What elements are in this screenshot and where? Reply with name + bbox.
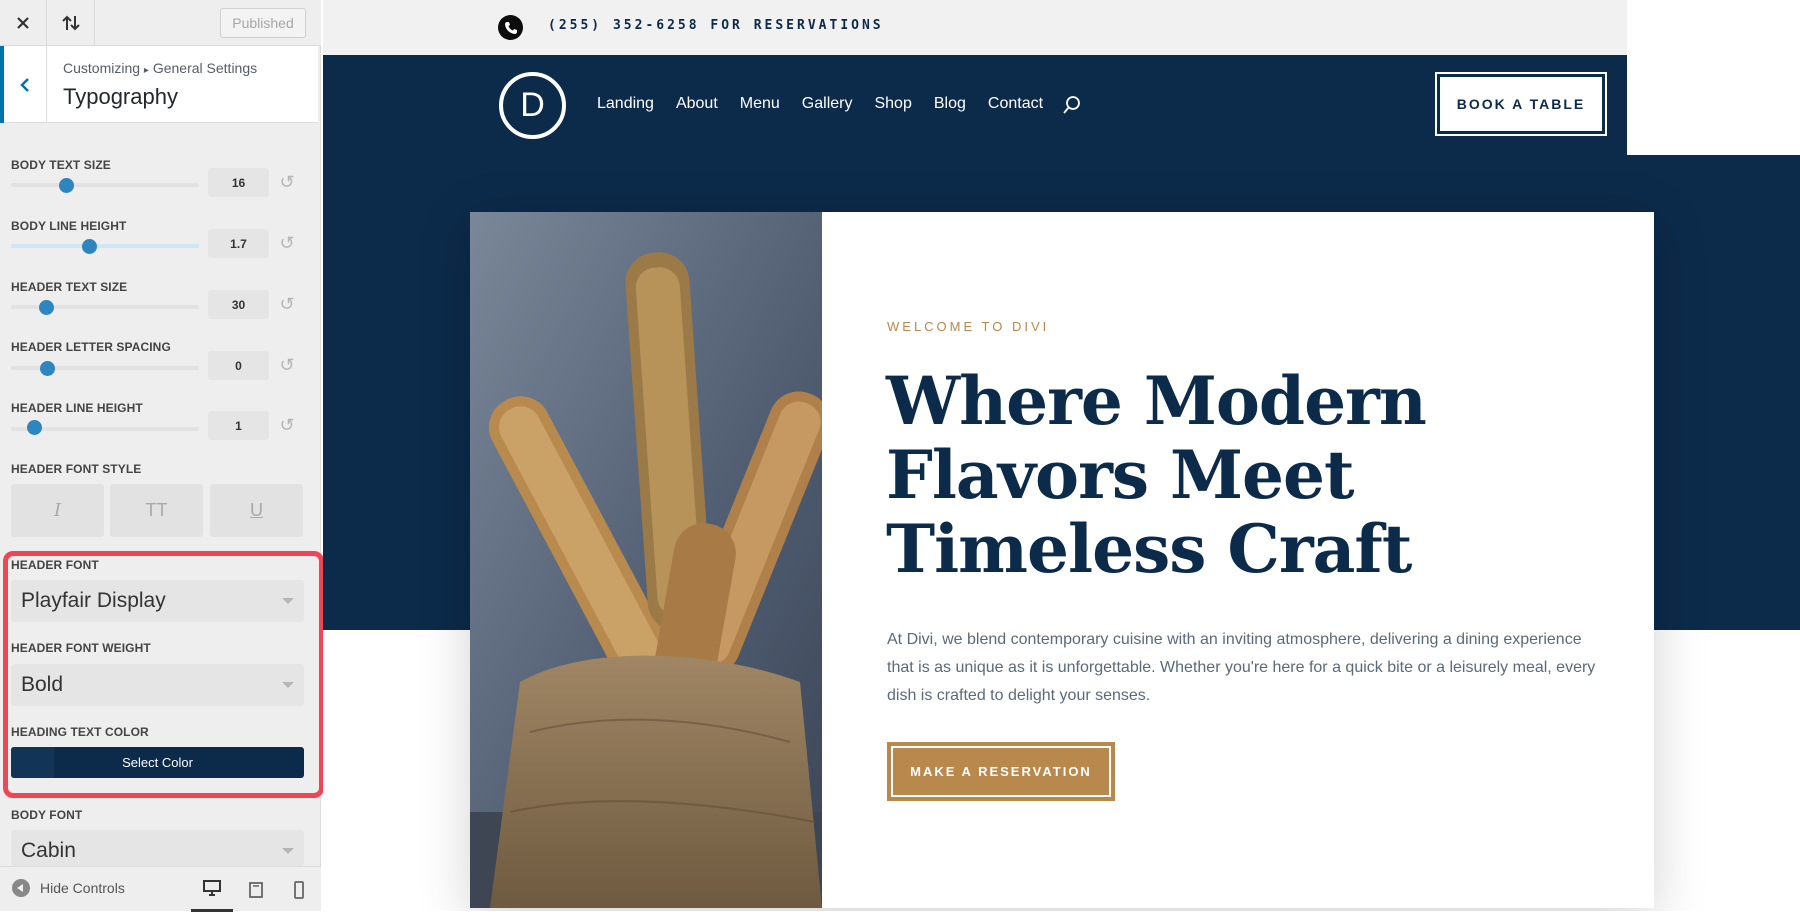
hide-controls-label: Hide Controls: [40, 880, 125, 896]
arrows-up-down-icon: [62, 15, 80, 31]
body-font-select[interactable]: Cabin: [11, 830, 304, 866]
customizer-panel: Published Customizing ▸ General Settings…: [0, 0, 324, 912]
tablet-preview-button[interactable]: [235, 867, 277, 912]
close-icon: [17, 17, 29, 29]
nav-item-contact[interactable]: Contact: [988, 95, 1043, 113]
slider-label: HEADER LETTER SPACING: [11, 340, 171, 354]
slider-track[interactable]: [11, 244, 199, 248]
chevron-down-icon: [282, 848, 294, 854]
highlight-outline: [3, 551, 324, 798]
breadcrumb-parent: General Settings: [152, 60, 258, 76]
back-button[interactable]: [0, 46, 47, 123]
slider-label: BODY LINE HEIGHT: [11, 219, 127, 233]
hero-body: At Divi, we blend contemporary cuisine w…: [887, 631, 1596, 704]
header-font-style-label: HEADER FONT STYLE: [11, 462, 142, 476]
phone-icon: [498, 15, 523, 40]
collapse-icon: [12, 879, 30, 897]
slider-thumb[interactable]: [39, 300, 54, 315]
slider-track[interactable]: [11, 183, 199, 187]
number-input[interactable]: 1: [208, 411, 269, 440]
italic-icon: I: [53, 500, 62, 521]
customizer-footer: Hide Controls: [0, 866, 321, 912]
reset-icon[interactable]: ↺: [277, 355, 297, 375]
slider-label: BODY TEXT SIZE: [11, 158, 111, 172]
top-contact-bar: (255) 352-6258 FOR RESERVATIONS: [323, 0, 1627, 55]
mobile-preview-button[interactable]: [278, 867, 320, 912]
uppercase-button[interactable]: TT: [110, 484, 203, 537]
nav-item-landing[interactable]: Landing: [597, 95, 654, 113]
body-font-label: BODY FONT: [11, 808, 83, 822]
slider-thumb[interactable]: [27, 420, 42, 435]
number-input[interactable]: 0: [208, 351, 269, 380]
nav-item-menu[interactable]: Menu: [740, 95, 780, 113]
slider-thumb[interactable]: [82, 239, 97, 254]
caret-right-icon: ▸: [143, 65, 149, 76]
uppercase-icon: TT: [145, 500, 168, 520]
slider-thumb[interactable]: [59, 178, 74, 193]
number-input[interactable]: 30: [208, 290, 269, 319]
reset-icon[interactable]: ↺: [277, 172, 297, 192]
section-title: Typography: [63, 84, 178, 109]
tablet-icon: [249, 881, 263, 898]
slider-label: HEADER LINE HEIGHT: [11, 401, 143, 415]
nav-item-shop[interactable]: Shop: [874, 95, 911, 113]
italic-button[interactable]: I: [11, 484, 104, 537]
phone-text[interactable]: (255) 352-6258 FOR RESERVATIONS: [548, 18, 884, 33]
section-header: Customizing ▸ General Settings Typograph…: [0, 46, 318, 123]
published-button[interactable]: Published: [220, 8, 306, 38]
desktop-preview-button[interactable]: [191, 867, 233, 912]
site-preview: (255) 352-6258 FOR RESERVATIONS D Landin…: [323, 0, 1800, 911]
book-table-button[interactable]: BOOK A TABLE: [1435, 72, 1607, 136]
customizer-top-bar: Published: [0, 0, 321, 46]
chevron-left-icon: [20, 77, 29, 92]
hero-card: WELCOME TO DIVI Where Modern Flavors Mee…: [470, 212, 1654, 908]
hero-eyebrow: WELCOME TO DIVI: [887, 319, 1050, 334]
underline-button[interactable]: U: [210, 484, 303, 537]
hero-headline: Where Modern Flavors Meet Timeless Craft: [886, 362, 1427, 588]
desktop-icon: [203, 880, 221, 896]
reset-icon[interactable]: ↺: [277, 233, 297, 253]
number-input[interactable]: 1.7: [208, 229, 269, 258]
reset-icon[interactable]: ↺: [277, 415, 297, 435]
nav-item-about[interactable]: About: [676, 95, 718, 113]
close-customizer-button[interactable]: [0, 0, 47, 46]
slider-label: HEADER TEXT SIZE: [11, 280, 128, 294]
body-font-value: Cabin: [21, 839, 76, 862]
number-input[interactable]: 16: [208, 168, 269, 197]
mobile-icon: [294, 880, 304, 899]
make-reservation-button[interactable]: MAKE A RESERVATION: [887, 742, 1115, 801]
breadcrumb: Customizing ▸ General Settings: [63, 60, 257, 76]
search-icon[interactable]: [1062, 95, 1082, 115]
slider-thumb[interactable]: [40, 361, 55, 376]
underline-icon: U: [250, 500, 263, 520]
nav-item-blog[interactable]: Blog: [934, 95, 966, 113]
hide-controls-button[interactable]: Hide Controls: [12, 879, 125, 897]
hero-food-image: [470, 212, 822, 908]
nav-item-gallery[interactable]: Gallery: [802, 95, 853, 113]
reorder-button[interactable]: [48, 0, 95, 46]
main-menu: Landing About Menu Gallery Shop Blog Con…: [597, 95, 1043, 113]
site-header: D Landing About Menu Gallery Shop Blog C…: [323, 55, 1627, 155]
reset-icon[interactable]: ↺: [277, 294, 297, 314]
site-logo[interactable]: D: [499, 72, 566, 139]
breadcrumb-root: Customizing: [63, 60, 141, 76]
